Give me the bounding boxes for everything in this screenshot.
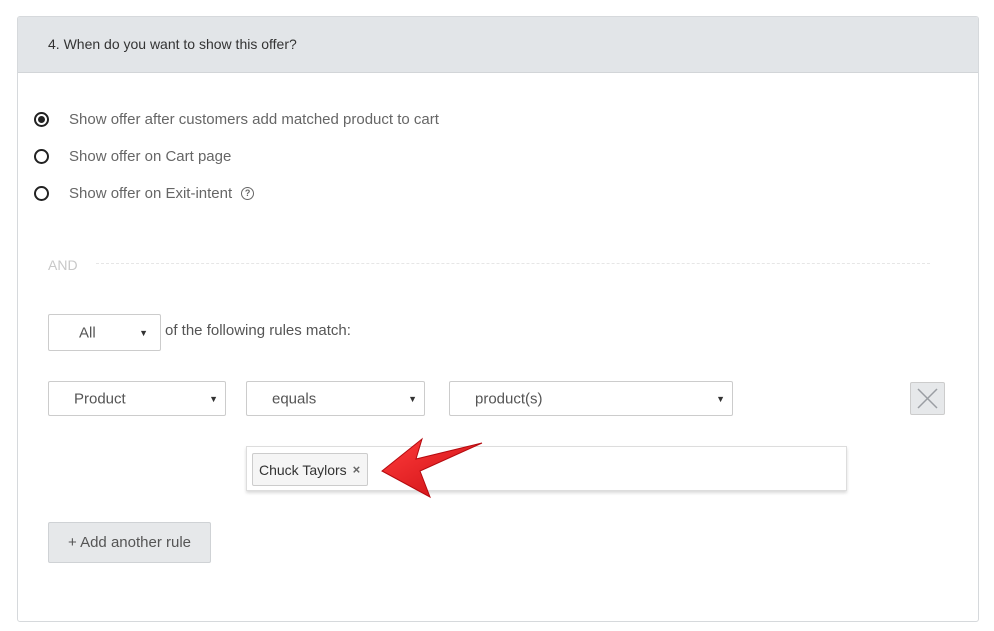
product-tag: Chuck Taylors × xyxy=(252,453,369,486)
radio-label: Show offer after customers add matched p… xyxy=(69,110,439,128)
delete-rule-button[interactable] xyxy=(910,382,945,415)
radio-label: Show offer on Exit-intent xyxy=(69,184,233,202)
red-arrow-annotation xyxy=(381,437,483,499)
match-type-select[interactable]: All ▼ xyxy=(48,314,161,351)
radio-button-checked[interactable] xyxy=(34,111,49,127)
match-rules-text: of the following rules match: xyxy=(165,322,351,339)
remove-tag-icon[interactable]: × xyxy=(353,462,361,477)
panel-header: 4. When do you want to show this offer? xyxy=(18,17,978,73)
radio-button[interactable] xyxy=(34,185,49,201)
product-tag-label: Chuck Taylors xyxy=(259,461,347,478)
radio-label: Show offer on Cart page xyxy=(69,147,232,165)
rule-value-select[interactable]: product(s) ▼ xyxy=(449,381,733,416)
caret-down-icon: ▼ xyxy=(408,393,417,404)
radio-option-exit-intent[interactable]: Show offer on Exit-intent ? xyxy=(34,183,255,203)
rule-field-value: Product xyxy=(74,390,126,407)
and-divider-label: AND xyxy=(48,257,78,273)
rule-value-value: product(s) xyxy=(475,390,543,407)
panel-title: 4. When do you want to show this offer? xyxy=(48,36,297,52)
rule-operator-select[interactable]: equals ▼ xyxy=(246,381,425,416)
close-icon xyxy=(917,388,938,409)
divider-line xyxy=(96,263,930,264)
radio-button[interactable] xyxy=(34,148,49,164)
rule-operator-value: equals xyxy=(272,390,317,407)
question-circle-icon[interactable]: ? xyxy=(241,186,255,200)
caret-down-icon: ▼ xyxy=(139,327,148,338)
offer-display-panel: 4. When do you want to show this offer? … xyxy=(17,16,979,622)
product-tags-input[interactable]: Chuck Taylors × xyxy=(246,446,847,491)
radio-option-cart-page[interactable]: Show offer on Cart page xyxy=(34,146,231,166)
rule-field-select[interactable]: Product ▼ xyxy=(48,381,226,416)
caret-down-icon: ▼ xyxy=(716,393,725,404)
match-type-value: All xyxy=(79,324,96,341)
caret-down-icon: ▼ xyxy=(209,393,218,404)
radio-option-after-add-to-cart[interactable]: Show offer after customers add matched p… xyxy=(34,109,439,129)
add-another-rule-button[interactable]: + Add another rule xyxy=(48,522,211,563)
